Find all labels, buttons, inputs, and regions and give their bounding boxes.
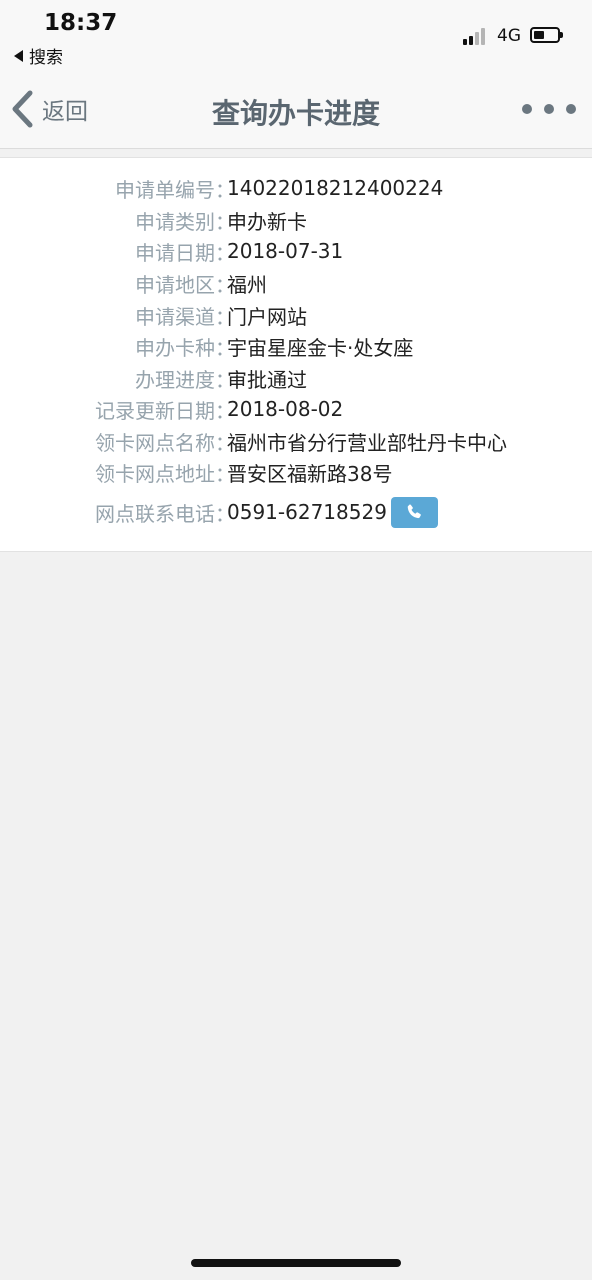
detail-label: 办理进度 bbox=[135, 367, 215, 392]
detail-row: 办理进度 ： 审批通过 bbox=[0, 362, 592, 394]
more-dots-icon[interactable] bbox=[522, 100, 576, 118]
detail-row: 申请单编号 ： 14022018212400224 bbox=[0, 172, 592, 204]
call-button[interactable] bbox=[390, 496, 438, 528]
back-to-app-link[interactable]: 搜索 bbox=[14, 43, 63, 68]
phone-icon bbox=[408, 504, 422, 519]
detail-row: 申办卡种 ： 宇宙星座金卡·处女座 bbox=[0, 330, 592, 362]
detail-label: 申请类别 bbox=[135, 209, 215, 234]
detail-row: 网点联系电话 ： 0591-62718529 bbox=[0, 496, 592, 528]
battery-fill bbox=[534, 31, 544, 39]
detail-row: 申请日期 ： 2018-07-31 bbox=[0, 235, 592, 267]
detail-label: 申办卡种 bbox=[135, 335, 215, 360]
detail-value: 晋安区福新路38号 bbox=[227, 461, 393, 486]
detail-value: 申办新卡 bbox=[227, 209, 307, 234]
network-type: 4G bbox=[497, 26, 521, 46]
detail-row: 申请地区 ： 福州 bbox=[0, 267, 592, 299]
back-to-app-label: 搜索 bbox=[29, 48, 63, 68]
detail-row: 领卡网点名称 ： 福州市省分行营业部牡丹卡中心 bbox=[0, 425, 592, 457]
detail-label: 网点联系电话 bbox=[95, 501, 215, 526]
battery-icon bbox=[530, 27, 563, 43]
detail-label: 领卡网点地址 bbox=[95, 461, 215, 486]
phone-number: 0591-62718529 bbox=[227, 500, 387, 524]
status-time: 18:37 bbox=[44, 10, 118, 36]
detail-row: 申请类别 ： 申办新卡 bbox=[0, 204, 592, 236]
back-triangle-icon bbox=[14, 49, 23, 62]
application-detail-card: 申请单编号 ： 14022018212400224 申请类别 ： 申办新卡 申请… bbox=[0, 157, 592, 552]
detail-value: 14022018212400224 bbox=[227, 176, 444, 200]
detail-label: 申请日期 bbox=[135, 240, 215, 265]
signal-strength-icon bbox=[463, 27, 489, 45]
detail-value: 2018-07-31 bbox=[227, 239, 344, 263]
detail-label: 领卡网点名称 bbox=[95, 430, 215, 455]
detail-label: 记录更新日期 bbox=[95, 398, 215, 423]
detail-value: 门户网站 bbox=[227, 304, 307, 329]
home-indicator[interactable] bbox=[191, 1259, 401, 1267]
detail-label: 申请渠道 bbox=[135, 304, 215, 329]
detail-row: 申请渠道 ： 门户网站 bbox=[0, 299, 592, 331]
status-bar: 18:37 搜索 4G bbox=[0, 0, 592, 70]
detail-value: 审批通过 bbox=[227, 367, 307, 392]
detail-value: 福州 bbox=[227, 272, 267, 297]
detail-label: 申请单编号 bbox=[115, 177, 215, 202]
detail-row: 记录更新日期 ： 2018-08-02 bbox=[0, 393, 592, 425]
detail-row: 领卡网点地址 ： 晋安区福新路38号 bbox=[0, 456, 592, 488]
detail-value: 福州市省分行营业部牡丹卡中心 bbox=[227, 430, 507, 455]
app-header: 18:37 搜索 4G 返回 查询办卡进度 bbox=[0, 0, 592, 149]
detail-label: 申请地区 bbox=[135, 272, 215, 297]
detail-value: 宇宙星座金卡·处女座 bbox=[227, 335, 414, 360]
page-title: 查询办卡进度 bbox=[211, 97, 380, 130]
detail-value: 2018-08-02 bbox=[227, 397, 344, 421]
